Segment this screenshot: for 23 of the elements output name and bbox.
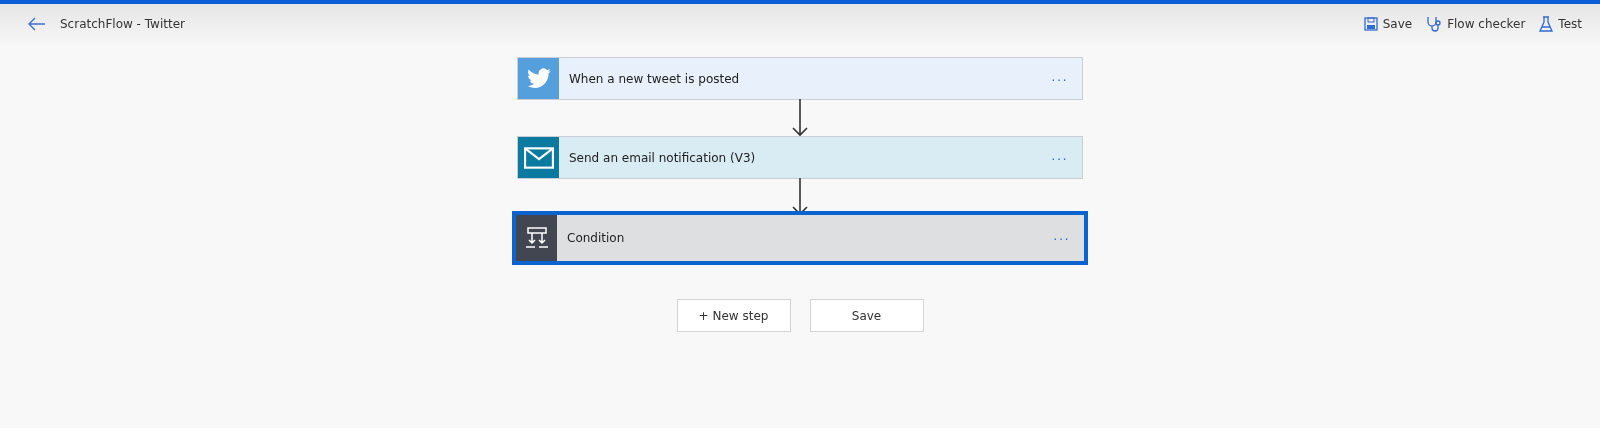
toolbar-button[interactable]: Test (1539, 16, 1582, 32)
connector-arrow (790, 99, 810, 137)
step-title: Send an email notification (V3) (569, 150, 756, 165)
toolbar-button[interactable]: Flow checker (1426, 16, 1526, 32)
flask-icon (1539, 16, 1554, 32)
action-button[interactable]: Save (809, 299, 924, 332)
more-options-button[interactable]: ··· (1045, 69, 1074, 88)
flow-title: ScratchFlow - Twitter (60, 17, 185, 31)
toolbar-button[interactable]: Save (1363, 16, 1413, 32)
more-options-button[interactable]: ··· (1047, 229, 1076, 247)
stethoscope-icon (1426, 16, 1443, 32)
step-title: When a new tweet is posted (569, 71, 740, 86)
flow-step-card[interactable]: Send an email notification (V3) ··· (517, 136, 1083, 179)
step-title: Condition (567, 231, 625, 245)
save-icon (1363, 17, 1378, 31)
back-arrow-icon[interactable] (28, 17, 46, 31)
branch-icon (524, 227, 549, 249)
more-options-button[interactable]: ··· (1045, 148, 1074, 167)
action-button[interactable]: + New step (676, 299, 791, 332)
flow-step-card[interactable]: When a new tweet is posted ··· (517, 57, 1083, 100)
flow-step-card[interactable]: Condition ··· (512, 211, 1088, 265)
bird-icon (525, 67, 552, 90)
envelope-icon (523, 146, 554, 169)
